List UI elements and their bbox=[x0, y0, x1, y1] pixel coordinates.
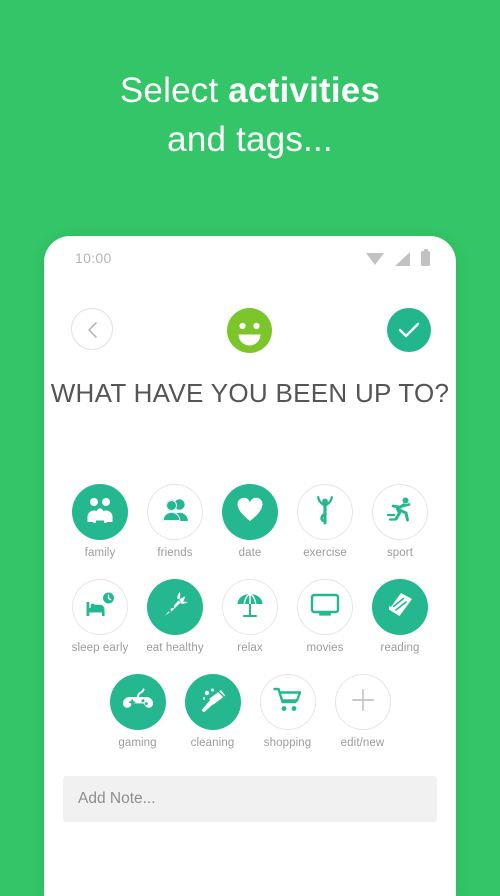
activity-bubble[interactable] bbox=[147, 484, 203, 540]
promo-screen: Select activities and tags... 10:00 WHAT… bbox=[0, 0, 500, 896]
activity-label: shopping bbox=[263, 737, 312, 749]
activity-eat-healthy[interactable]: eat healthy bbox=[146, 579, 204, 654]
activity-bubble[interactable] bbox=[334, 674, 391, 730]
activity-friends[interactable]: friends bbox=[147, 484, 203, 559]
activity-bubble[interactable] bbox=[297, 484, 353, 540]
happy-face-icon bbox=[227, 308, 272, 357]
activity-sleep-early[interactable]: sleep early bbox=[72, 579, 128, 654]
activity-exercise[interactable]: exercise bbox=[297, 484, 353, 559]
activity-row: gaming cleaning shopping edit/new bbox=[44, 674, 456, 749]
activity-grid: family friends date exercise sport sleep… bbox=[44, 484, 456, 769]
heart-icon bbox=[236, 497, 264, 528]
tv-icon bbox=[310, 592, 340, 623]
parasol-icon bbox=[235, 591, 265, 624]
app-nav-row bbox=[44, 308, 456, 354]
plus-icon bbox=[350, 687, 376, 718]
activity-sport[interactable]: sport bbox=[372, 484, 428, 559]
broom-icon bbox=[198, 685, 228, 720]
activity-label: sport bbox=[386, 547, 414, 559]
activity-bubble[interactable] bbox=[109, 674, 166, 730]
activity-bubble[interactable] bbox=[297, 579, 353, 635]
running-icon bbox=[385, 495, 415, 530]
activity-movies[interactable]: movies bbox=[297, 579, 353, 654]
phone-mockup: 10:00 WHAT HAVE YOU BEEN UP TO? family f… bbox=[44, 236, 456, 896]
activity-bubble[interactable] bbox=[372, 579, 428, 635]
battery-icon bbox=[421, 248, 430, 266]
activity-label: date bbox=[238, 547, 262, 559]
confirm-button[interactable] bbox=[387, 308, 431, 352]
headline-line1-strong: activities bbox=[228, 71, 381, 110]
activity-label: exercise bbox=[303, 547, 347, 559]
activity-label: relax bbox=[237, 642, 263, 654]
activity-reading[interactable]: reading bbox=[372, 579, 428, 654]
promo-headline: Select activities and tags... bbox=[0, 66, 500, 164]
headline-line2: and tags... bbox=[167, 120, 333, 159]
activity-bubble[interactable] bbox=[72, 579, 128, 635]
mood-face-button[interactable] bbox=[227, 308, 272, 353]
carrot-icon bbox=[160, 590, 190, 625]
activity-label: family bbox=[84, 547, 116, 559]
activity-row: family friends date exercise sport bbox=[44, 484, 456, 559]
activity-label: edit/new bbox=[340, 737, 385, 749]
status-bar: 10:00 bbox=[44, 248, 456, 272]
gamepad-icon bbox=[122, 686, 154, 719]
back-button[interactable] bbox=[71, 308, 113, 350]
activity-cleaning[interactable]: cleaning bbox=[184, 674, 241, 749]
activity-label: reading bbox=[380, 642, 420, 654]
headline-line1-prefix: Select bbox=[119, 71, 229, 110]
activity-bubble[interactable] bbox=[259, 674, 316, 730]
activity-label: cleaning bbox=[190, 737, 235, 749]
activity-label: gaming bbox=[118, 737, 157, 749]
signal-icon bbox=[395, 251, 410, 266]
book-icon bbox=[385, 590, 415, 625]
status-icon-group bbox=[366, 248, 430, 266]
family-icon bbox=[85, 495, 115, 530]
add-note-input[interactable] bbox=[63, 776, 437, 822]
activity-bubble[interactable] bbox=[147, 579, 203, 635]
activity-gaming[interactable]: gaming bbox=[109, 674, 166, 749]
yoga-icon bbox=[312, 495, 338, 530]
activity-row: sleep early eat healthy relax movies rea… bbox=[44, 579, 456, 654]
wifi-icon bbox=[366, 252, 384, 265]
page-title: WHAT HAVE YOU BEEN UP TO? bbox=[50, 378, 450, 408]
activity-label: eat healthy bbox=[146, 642, 204, 654]
cart-icon bbox=[272, 686, 303, 719]
activity-label: movies bbox=[306, 642, 344, 654]
activity-bubble[interactable] bbox=[222, 484, 278, 540]
activity-date[interactable]: date bbox=[222, 484, 278, 559]
activity-bubble[interactable] bbox=[184, 674, 241, 730]
activity-label: friends bbox=[157, 547, 193, 559]
activity-family[interactable]: family bbox=[72, 484, 128, 559]
activity-label: sleep early bbox=[71, 642, 129, 654]
activity-bubble[interactable] bbox=[222, 579, 278, 635]
friends-icon bbox=[160, 495, 190, 530]
activity-relax[interactable]: relax bbox=[222, 579, 278, 654]
activity-edit-new[interactable]: edit/new bbox=[334, 674, 391, 749]
activity-bubble[interactable] bbox=[72, 484, 128, 540]
activity-shopping[interactable]: shopping bbox=[259, 674, 316, 749]
activity-bubble[interactable] bbox=[372, 484, 428, 540]
status-time: 10:00 bbox=[75, 250, 112, 266]
bed-clock-icon bbox=[84, 591, 116, 624]
